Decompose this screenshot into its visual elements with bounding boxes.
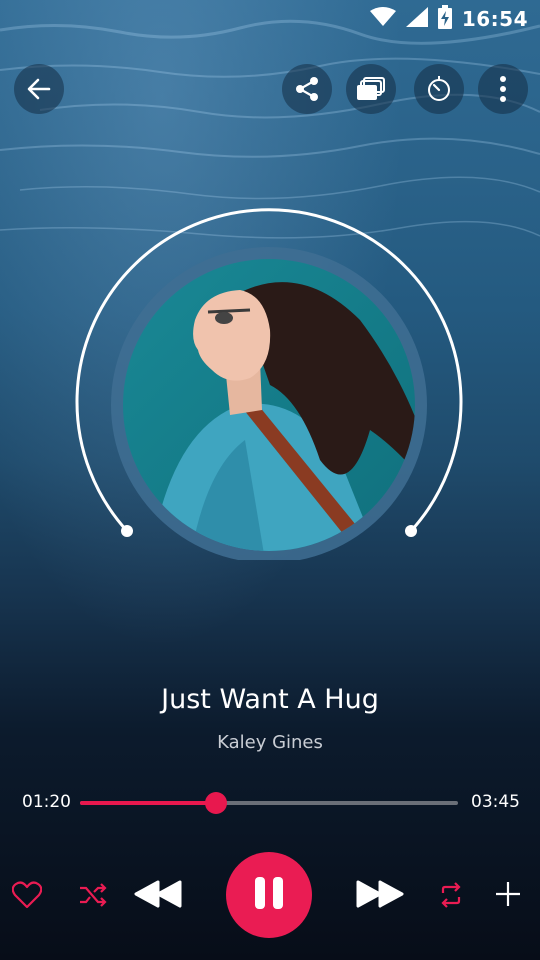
arc-end-dot-left bbox=[121, 525, 133, 537]
back-button[interactable] bbox=[14, 64, 64, 114]
shuffle-icon bbox=[78, 882, 108, 912]
pause-icon bbox=[252, 875, 286, 915]
album-art-area bbox=[0, 200, 540, 563]
total-duration: 03:45 bbox=[471, 792, 520, 812]
repeat-icon bbox=[437, 881, 465, 913]
status-time: 16:54 bbox=[461, 7, 528, 31]
status-bar: 16:54 bbox=[0, 0, 540, 38]
queue-button[interactable] bbox=[346, 64, 396, 114]
plus-icon bbox=[495, 881, 521, 911]
rewind-icon bbox=[134, 879, 182, 913]
artist-name: Kaley Gines bbox=[217, 732, 323, 753]
share-button[interactable] bbox=[282, 64, 332, 114]
more-options-button[interactable] bbox=[478, 64, 528, 114]
song-title: Just Want A Hug bbox=[161, 684, 379, 715]
wifi-icon bbox=[369, 7, 396, 31]
rewind-button[interactable] bbox=[132, 876, 184, 916]
sleep-timer-button[interactable] bbox=[414, 64, 464, 114]
battery-charging-icon bbox=[437, 5, 452, 33]
queue-icon bbox=[356, 76, 386, 102]
progress-knob[interactable] bbox=[205, 792, 228, 814]
fast-forward-button[interactable] bbox=[354, 876, 406, 916]
elapsed-time: 01:20 bbox=[22, 792, 71, 812]
more-vertical-icon bbox=[498, 75, 508, 103]
arrow-left-icon bbox=[25, 75, 53, 103]
timer-icon bbox=[425, 75, 453, 103]
cell-signal-icon bbox=[405, 7, 428, 31]
play-pause-button[interactable] bbox=[226, 852, 312, 938]
share-icon bbox=[294, 76, 320, 102]
arc-end-dot-right bbox=[405, 525, 417, 537]
repeat-button[interactable] bbox=[432, 878, 470, 916]
album-art bbox=[123, 259, 415, 551]
progress-fill bbox=[80, 801, 217, 805]
favorite-button[interactable] bbox=[8, 878, 46, 916]
add-to-playlist-button[interactable] bbox=[490, 878, 526, 914]
fast-forward-icon bbox=[356, 879, 404, 913]
progress-bar[interactable] bbox=[80, 792, 458, 814]
heart-icon bbox=[11, 881, 43, 913]
shuffle-button[interactable] bbox=[74, 878, 112, 916]
